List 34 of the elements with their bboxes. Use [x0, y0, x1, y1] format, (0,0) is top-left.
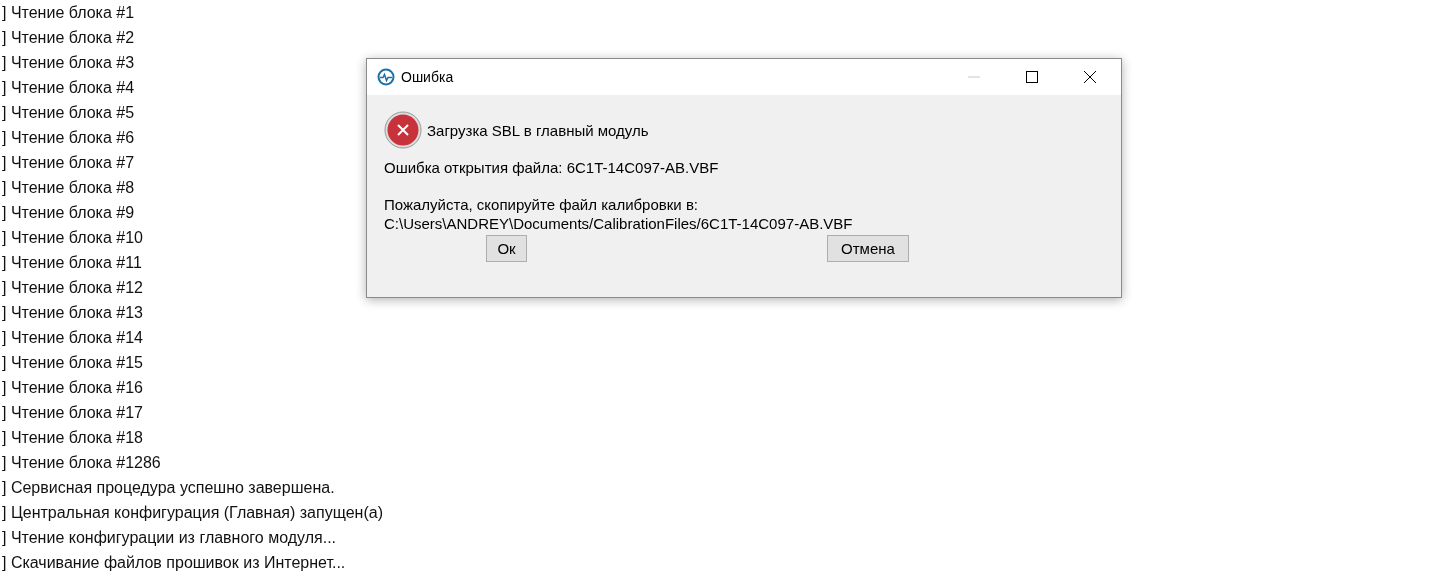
- error-icon: [384, 111, 422, 149]
- log-line: ] Чтение блока #2: [2, 28, 135, 48]
- app-icon: [377, 68, 395, 86]
- log-line: ] Чтение блока #7: [2, 153, 135, 173]
- log-line: ] Скачивание файлов прошивок из Интернет...: [2, 553, 346, 573]
- log-line: ] Сервисная процедура успешно завершена.: [2, 478, 335, 498]
- error-message: Ошибка открытия файла: 6C1T-14C097-AB.VBF: [384, 159, 720, 176]
- log-line: ] Чтение блока #10: [2, 228, 143, 248]
- close-icon[interactable]: [1084, 71, 1096, 83]
- window-title: Ошибка: [401, 69, 454, 85]
- log-line: ] Чтение блока #17: [2, 403, 143, 423]
- cancel-button[interactable]: Отмена: [827, 235, 909, 262]
- log-line: ] Чтение блока #4: [2, 78, 135, 98]
- log-line: ] Чтение блока #5: [2, 103, 135, 123]
- log-line: ] Чтение блока #16: [2, 378, 143, 398]
- log-line: ] Чтение блока #8: [2, 178, 135, 198]
- file-path: C:\Users\ANDREY\Documents/CalibrationFiles/6C1T-14C097-AB.VBF: [384, 215, 854, 232]
- log-line: ] Чтение блока #11: [2, 253, 142, 273]
- log-line: ] Чтение блока #3: [2, 53, 135, 73]
- instruction-text: Пожалуйста, скопируйте файл калибровки в:: [384, 196, 700, 213]
- log-line: ] Чтение блока #1286: [2, 453, 161, 473]
- log-line: ] Чтение блока #9: [2, 203, 135, 223]
- log-line: ] Чтение блока #15: [2, 353, 143, 373]
- log-line: ] Чтение блока #1: [2, 3, 135, 23]
- maximize-icon[interactable]: [1026, 71, 1038, 83]
- log-line: ] Чтение блока #12: [2, 278, 143, 298]
- log-line: ] Центральная конфигурация (Главная) запущен(а): [2, 503, 383, 523]
- log-line: ] Чтение блока #13: [2, 303, 143, 323]
- log-line: ] Чтение конфигурации из главного модуля...: [2, 528, 337, 548]
- log-line: ] Чтение блока #14: [2, 328, 143, 348]
- ok-button[interactable]: Ок: [486, 235, 527, 262]
- log-line: ] Чтение блока #6: [2, 128, 135, 148]
- dialog-heading: Загрузка SBL в главный модуль: [427, 121, 649, 139]
- log-line: ] Чтение блока #18: [2, 428, 143, 448]
